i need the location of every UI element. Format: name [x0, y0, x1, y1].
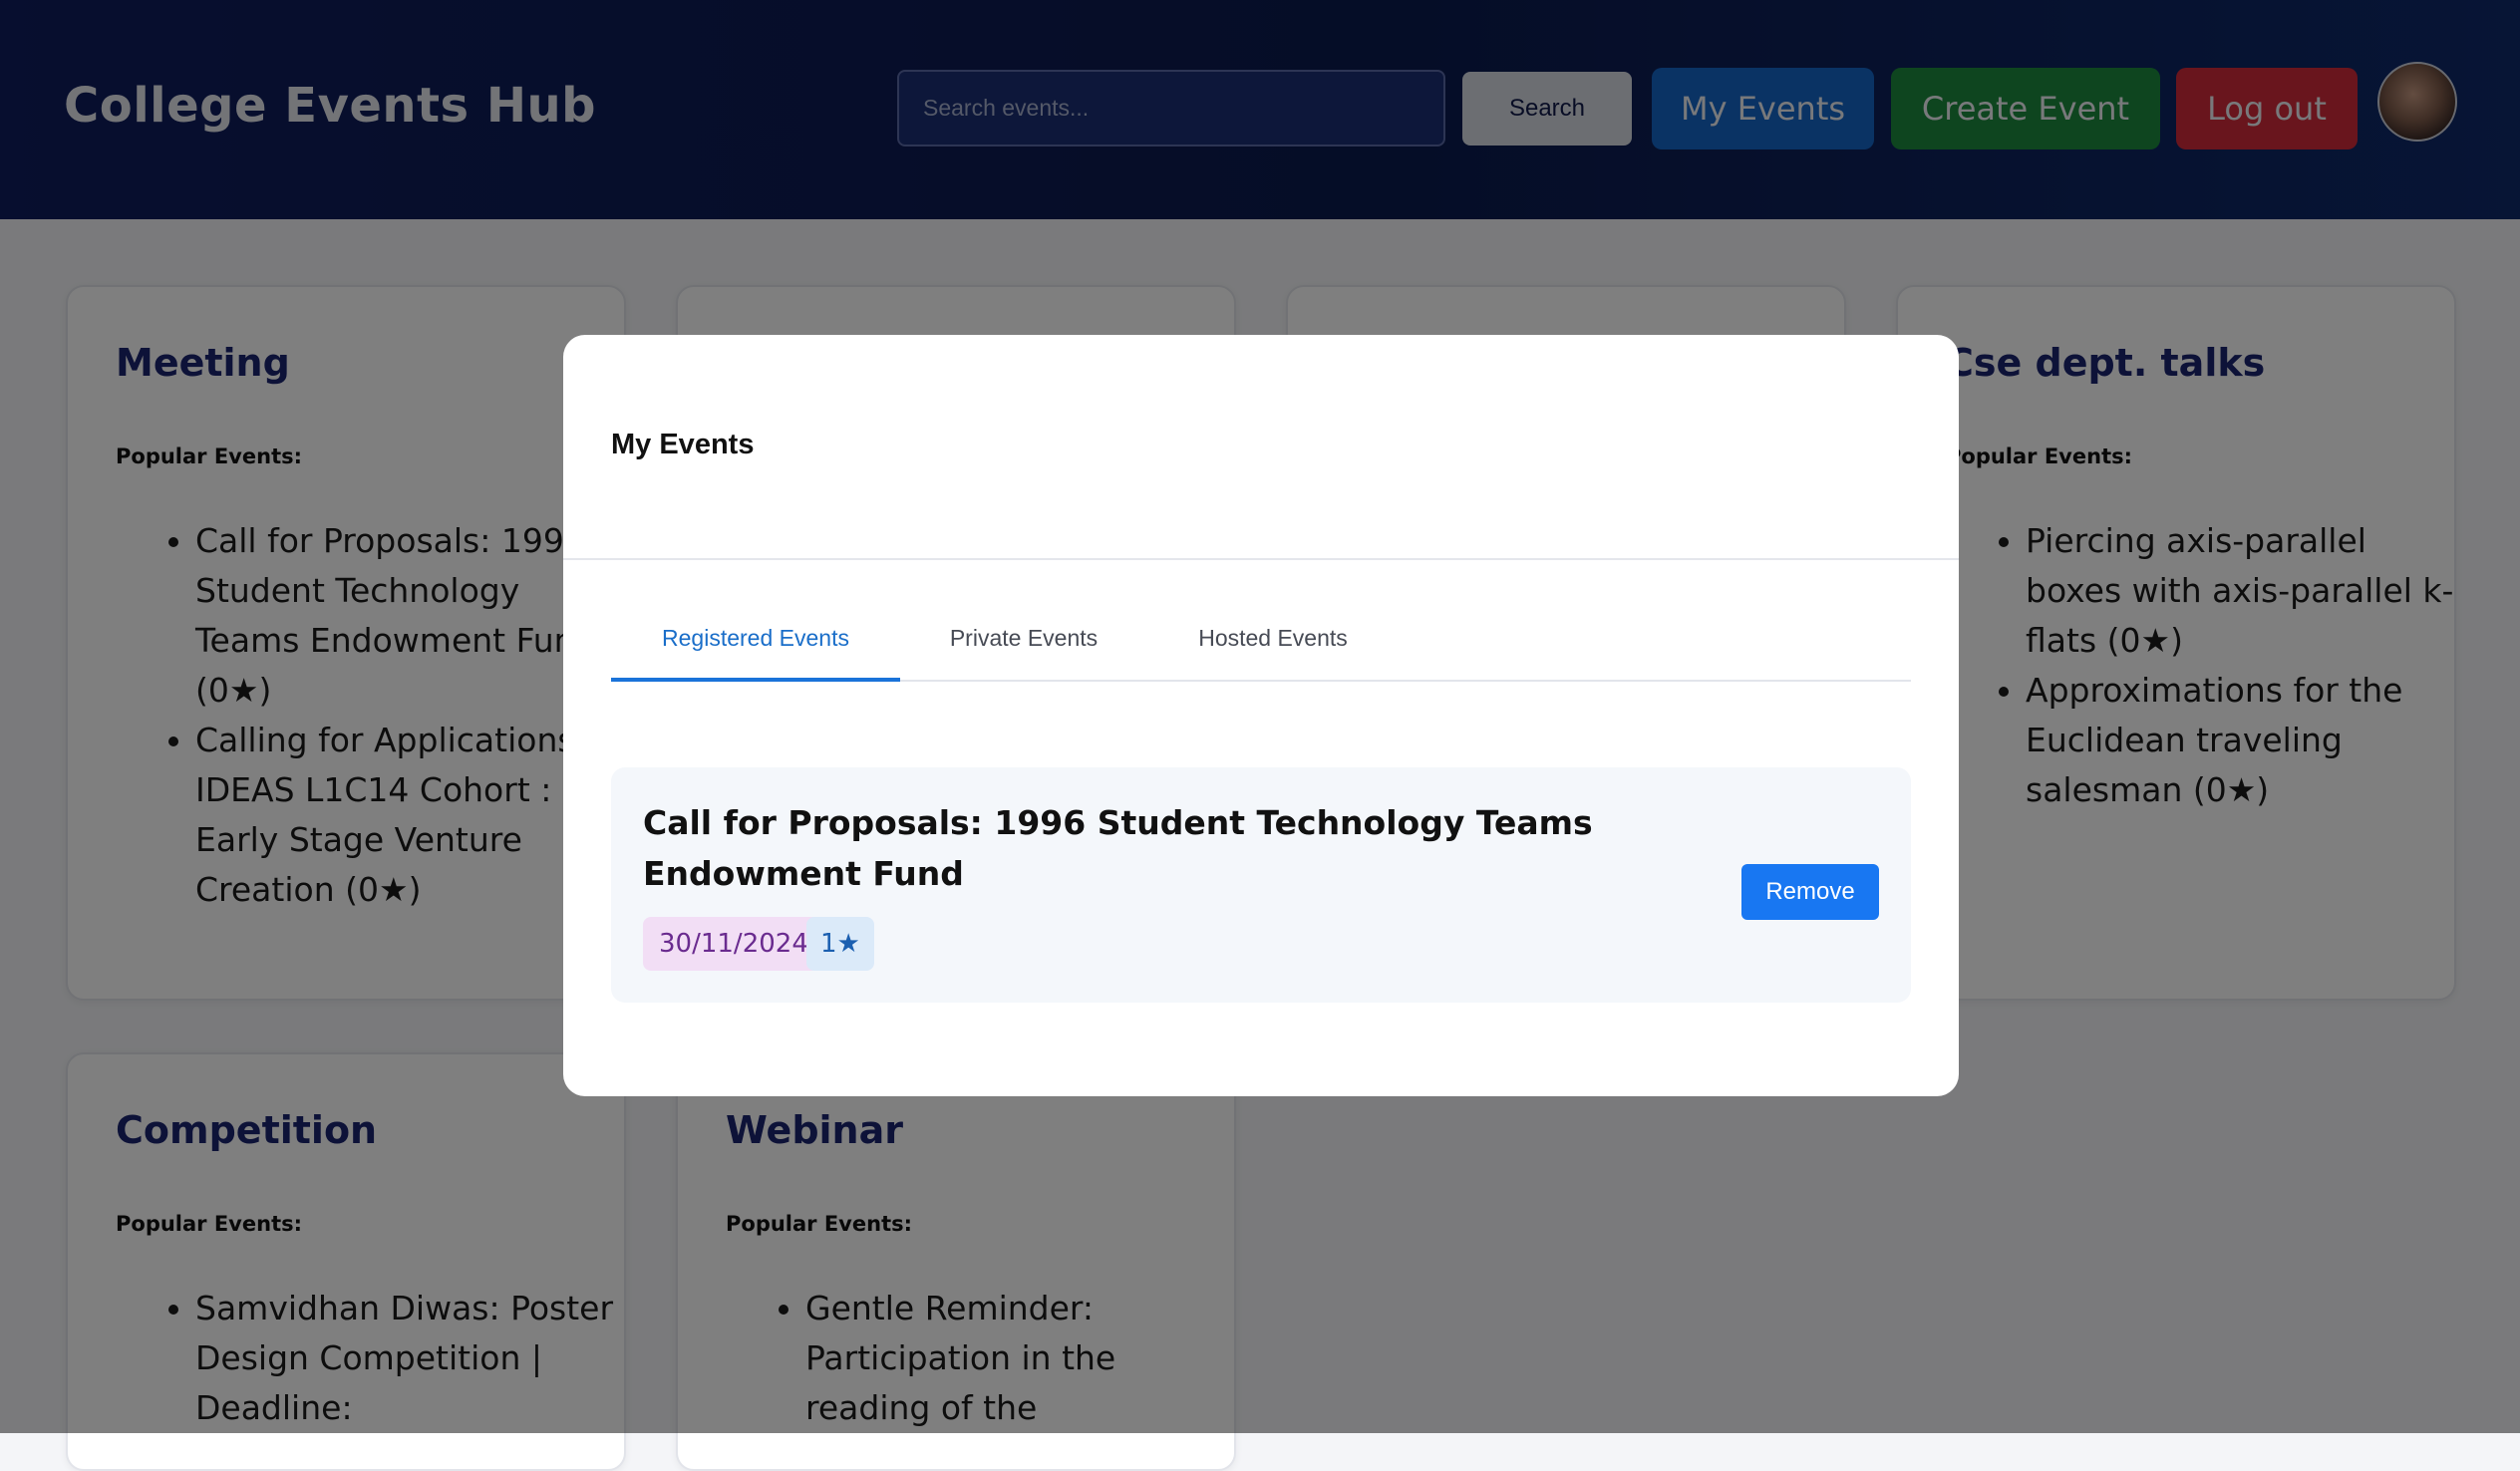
close-icon[interactable]: ×	[1863, 417, 1919, 472]
date-badge: 30/11/2024	[643, 917, 824, 971]
modal-divider	[563, 558, 1959, 560]
tab-private-events[interactable]: Private Events	[900, 604, 1147, 682]
modal-title: My Events	[611, 429, 755, 460]
my-events-modal: My Events × Registered Events Private Ev…	[563, 335, 1959, 1096]
tab-hosted-events[interactable]: Hosted Events	[1147, 604, 1399, 682]
tab-registered-events[interactable]: Registered Events	[611, 604, 900, 682]
tab-strip: Registered Events Private Events Hosted …	[611, 604, 1911, 682]
remove-button[interactable]: Remove	[1741, 864, 1879, 920]
rating-badge: 1★	[806, 917, 874, 971]
event-item: Call for Proposals: 1996 Student Technol…	[611, 767, 1911, 1003]
event-title: Call for Proposals: 1996 Student Technol…	[643, 803, 1593, 893]
